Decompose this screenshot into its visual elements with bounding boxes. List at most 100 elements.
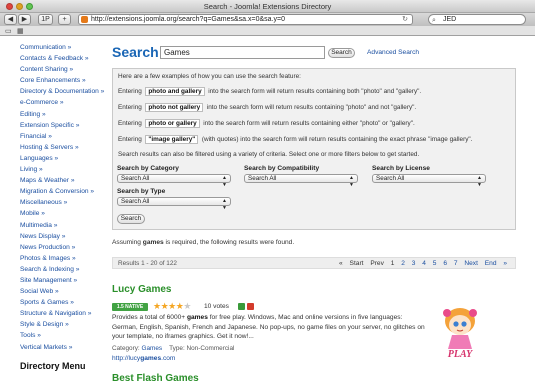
sidebar-category-link[interactable]: e-Commerce » <box>20 97 105 108</box>
star-filled-icon[interactable]: ★ <box>168 301 176 311</box>
pager-page[interactable]: 2 <box>401 260 405 267</box>
sidebar-category-link[interactable]: Site Management » <box>20 275 105 286</box>
review-icon[interactable] <box>238 303 245 310</box>
pager-page[interactable]: 5 <box>433 260 437 267</box>
result-description: Provides a total of 6000+ games for free… <box>112 313 427 342</box>
sidebar-category-link[interactable]: Style & Design » <box>20 319 105 330</box>
top-sites-grid-icon[interactable]: ▦ <box>17 27 24 35</box>
native-badge: 1.5 NATIVE <box>112 303 148 311</box>
pager-page[interactable]: 6 <box>443 260 447 267</box>
compatibility-select-value: Search All <box>248 175 277 182</box>
category-sidebar: Communication » Contacts & Feedback » Cont… <box>20 42 105 371</box>
assume-prefix: Assuming <box>112 239 143 246</box>
filter-search-button[interactable]: Search <box>117 214 145 224</box>
back-button[interactable]: ◀ <box>4 14 17 25</box>
sidebar-category-link[interactable]: Miscellaneous » <box>20 197 105 208</box>
sidebar-category-link[interactable]: Sports & Games » <box>20 297 105 308</box>
result-title-link[interactable]: Lucy Games <box>112 284 171 295</box>
star-empty-icon[interactable]: ★ <box>183 301 191 311</box>
sidebar-category-link[interactable]: Structure & Navigation » <box>20 308 105 319</box>
pager-page[interactable]: 4 <box>422 260 426 267</box>
sidebar-category-link[interactable]: Photos & Images » <box>20 253 105 264</box>
pager-end[interactable]: End <box>485 260 497 267</box>
category-label: Category: <box>112 345 140 352</box>
assume-suffix: is required, the following results were … <box>163 239 295 246</box>
desc-prefix: Provides a total of 6000+ <box>112 314 187 321</box>
pager-next[interactable]: Next <box>464 260 478 267</box>
type-select-value: Search All <box>121 198 150 205</box>
category-link[interactable]: Games <box>142 345 163 352</box>
sidebar-category-link[interactable]: News Display » <box>20 231 105 242</box>
pager-prev[interactable]: Prev <box>370 260 384 267</box>
sidebar-category-link[interactable]: Editing » <box>20 109 105 120</box>
search-input[interactable]: Games <box>160 46 325 59</box>
category-list: Communication » Contacts & Feedback » Cont… <box>20 42 105 353</box>
pager-page[interactable]: 7 <box>454 260 458 267</box>
sidebar-category-link[interactable]: Tools » <box>20 330 105 341</box>
sidebar-category-link[interactable]: Mobile » <box>20 208 105 219</box>
type-select[interactable]: Search All ▲ ▼ <box>117 197 231 211</box>
sidebar-category-link[interactable]: Communication » <box>20 42 105 53</box>
sidebar-category-link[interactable]: News Production » <box>20 242 105 253</box>
address-bar[interactable]: http://extensions.joomla.org/search?q=Ga… <box>78 14 413 25</box>
sidebar-category-link[interactable]: Content Sharing » <box>20 64 105 75</box>
search-button[interactable]: Search <box>328 48 355 58</box>
pager-page-current: 1 <box>390 260 395 267</box>
sidebar-category-link[interactable]: Directory & Documentation » <box>20 86 105 97</box>
favicon-icon <box>81 16 88 23</box>
star-filled-icon[interactable]: ★ <box>153 301 161 311</box>
search-icon: ⌕ <box>432 17 436 24</box>
type-filter-label: Search by Type <box>117 188 166 195</box>
result-title-link[interactable]: Best Flash Games <box>112 373 199 384</box>
license-select[interactable]: Search All ▲ ▼ <box>372 174 486 188</box>
sidebar-category-link[interactable]: Hosting & Servers » <box>20 142 105 153</box>
example-row: Entering photo or gallery into the searc… <box>118 119 415 128</box>
sidebar-category-link[interactable]: Living » <box>20 164 105 175</box>
favourite-icon[interactable] <box>247 303 254 310</box>
sidebar-category-link[interactable]: Vertical Markets » <box>20 342 105 353</box>
example-explanation: into the search form will return results… <box>203 120 415 127</box>
forward-button[interactable]: ▶ <box>18 14 31 25</box>
sidebar-category-link[interactable]: Social Web » <box>20 286 105 297</box>
reload-icon[interactable]: ↻ <box>402 15 408 24</box>
select-arrows-icon: ▲ ▼ <box>222 198 227 211</box>
window-titlebar: Search - Joomla! Extensions Directory <box>0 0 535 13</box>
sidebar-category-link[interactable]: Extension Specific » <box>20 120 105 131</box>
license-select-value: Search All <box>376 175 405 182</box>
example-prefix: Entering <box>118 104 142 111</box>
browser-search-field[interactable]: ⌕ JED <box>428 14 526 25</box>
url-prefix: http://lucy <box>112 355 141 362</box>
sidebar-category-link[interactable]: Contacts & Feedback » <box>20 53 105 64</box>
reader-button[interactable]: 1P <box>38 14 53 25</box>
results-bar: Results 1 - 20 of 122 « Start Prev 1 2 3… <box>112 257 516 269</box>
sidebar-category-link[interactable]: Languages » <box>20 153 105 164</box>
category-select[interactable]: Search All ▲ ▼ <box>117 174 231 188</box>
url-term: games <box>140 355 162 362</box>
pager-first[interactable]: « <box>339 260 343 267</box>
bookmarks-book-icon[interactable]: ▭ <box>5 27 12 35</box>
example-explanation: into the search form will return results… <box>208 88 422 95</box>
url-suffix: .com <box>161 355 176 362</box>
select-arrows-icon: ▲ ▼ <box>222 175 227 188</box>
pager-last[interactable]: » <box>503 260 507 267</box>
example-prefix: Entering <box>118 136 142 143</box>
result-thumbnail[interactable]: PLAY <box>434 299 486 361</box>
sidebar-category-link[interactable]: Financial » <box>20 131 105 142</box>
results-count: Results 1 - 20 of 122 <box>118 260 177 267</box>
sidebar-category-link[interactable]: Core Enhancements » <box>20 75 105 86</box>
example-keyword: photo not gallery <box>145 103 204 112</box>
search-row: Search Games Search Advanced Search <box>112 43 518 61</box>
add-bookmark-button[interactable]: + <box>58 14 71 25</box>
page-title: Search <box>112 44 159 60</box>
pager-start[interactable]: Start <box>350 260 364 267</box>
sidebar-category-link[interactable]: Maps & Weather » <box>20 175 105 186</box>
result-url-link[interactable]: http://lucygames.com <box>112 355 175 362</box>
sidebar-category-link[interactable]: Migration & Conversion » <box>20 186 105 197</box>
compatibility-select[interactable]: Search All ▲ ▼ <box>244 174 358 188</box>
rating-stars: ★★★★★ <box>153 301 191 312</box>
advanced-search-link[interactable]: Advanced Search <box>367 49 419 56</box>
sidebar-category-link[interactable]: Multimedia » <box>20 220 105 231</box>
pager-page[interactable]: 3 <box>412 260 416 267</box>
examples-intro: Here are a few examples of how you can u… <box>118 73 301 80</box>
sidebar-category-link[interactable]: Search & Indexing » <box>20 264 105 275</box>
